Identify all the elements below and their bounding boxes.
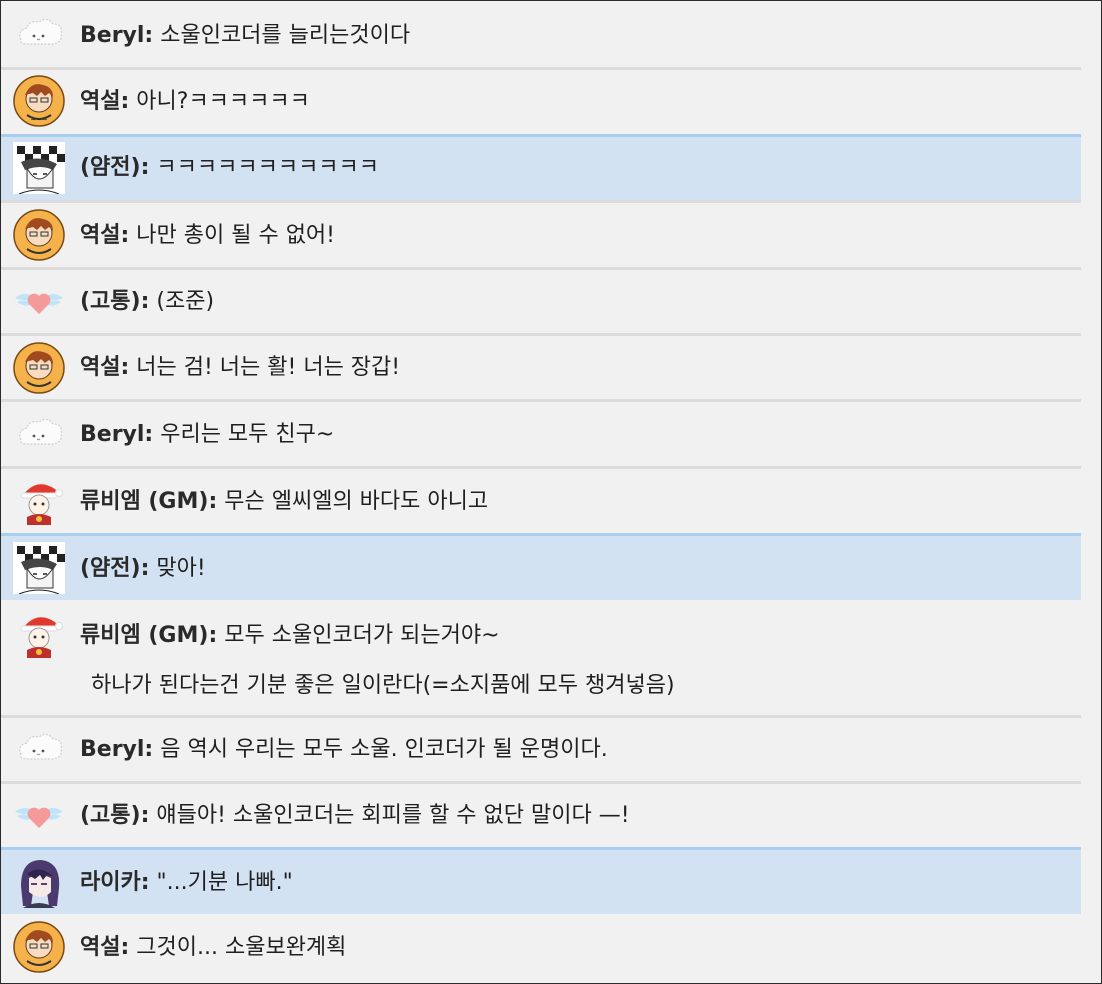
- message-line: 류비엠 (GM): 모두 소울인코더가 되는거야~: [80, 621, 1071, 651]
- cloud-avatar: [13, 8, 65, 60]
- sketch-avatar: [13, 142, 65, 194]
- chat-message: Beryl: 우리는 모두 친구~: [1, 402, 1081, 466]
- sketch-avatar: [13, 542, 65, 594]
- message-text: 하나가 된다는건 기분 좋은 일이란다(=소지품에 모두 챙겨넣음): [91, 673, 675, 698]
- message-line: (얌전): 맞아!: [80, 554, 1071, 584]
- message-continuation: 하나가 된다는건 기분 좋은 일이란다(=소지품에 모두 챙겨넣음): [91, 671, 1071, 701]
- speaker-name: (고통):: [80, 803, 150, 828]
- speaker-name: 역설:: [80, 89, 130, 114]
- message-text: ㅋㅋㅋㅋㅋㅋㅋㅋㅋㅋㅋ: [156, 155, 380, 180]
- message-line: Beryl: 음 역시 우리는 모두 소울. 인코더가 될 운명이다.: [80, 735, 1071, 765]
- message-text: (조준): [156, 289, 215, 314]
- chat-message: Beryl: 음 역시 우리는 모두 소울. 인코더가 될 운명이다.: [1, 718, 1081, 781]
- cloud-avatar: [13, 408, 65, 460]
- cloud-avatar: [13, 723, 65, 775]
- chat-message: 역설: 나만 총이 될 수 없어!: [1, 203, 1081, 267]
- speaker-name: Beryl:: [80, 422, 154, 447]
- orange-badge-avatar: [13, 209, 65, 261]
- message-line: Beryl: 소울인코더를 늘리는것이다: [80, 21, 1071, 51]
- message-text: 얘들아! 소울인코더는 회피를 할 수 없단 말이다 —!: [156, 803, 630, 828]
- message-line: 역설: 나만 총이 될 수 없어!: [80, 221, 1071, 251]
- speaker-name: 류비엠 (GM):: [80, 623, 218, 648]
- message-text: 아니?ㅋㅋㅋㅋㅋㅋ: [136, 89, 310, 114]
- chat-message: 류비엠 (GM): 무슨 엘씨엘의 바다도 아니고: [1, 469, 1081, 533]
- orange-badge-avatar: [13, 342, 65, 394]
- speaker-name: (얌전):: [80, 155, 150, 180]
- message-line: 역설: 아니?ㅋㅋㅋㅋㅋㅋ: [80, 87, 1071, 117]
- message-line: 역설: 너는 검! 너는 활! 너는 장갑!: [80, 353, 1071, 383]
- message-text: 우리는 모두 친구~: [160, 422, 335, 447]
- message-line: 류비엠 (GM): 무슨 엘씨엘의 바다도 아니고: [80, 487, 1071, 517]
- purple-hair-avatar: [13, 856, 65, 908]
- chat-message: 역설: 너는 검! 너는 활! 너는 장갑!: [1, 336, 1081, 399]
- message-text: 맞아!: [156, 556, 206, 581]
- message-text: 무슨 엘씨엘의 바다도 아니고: [224, 489, 489, 514]
- chat-message: 류비엠 (GM): 모두 소울인코더가 되는거야~ 하나가 된다는건 기분 좋은…: [1, 600, 1081, 715]
- message-line: 역설: 그것이... 소울보완계획: [80, 933, 1071, 963]
- winged-heart-avatar: [13, 790, 65, 842]
- speaker-name: 역설:: [80, 935, 130, 960]
- orange-badge-avatar: ~~~: [13, 75, 65, 127]
- chat-message: (고통): 얘들아! 소울인코더는 회피를 할 수 없단 말이다 —!: [1, 784, 1081, 847]
- chat-message: 역설: 그것이... 소울보완계획: [1, 914, 1081, 983]
- winged-heart-avatar: [13, 276, 65, 328]
- message-line: (고통): (조준): [80, 287, 1071, 317]
- message-text: 모두 소울인코더가 되는거야~: [224, 623, 500, 648]
- santa-avatar: [13, 475, 65, 527]
- chat-message: ~~~ 역설: 아니?ㅋㅋㅋㅋㅋㅋ: [1, 70, 1081, 134]
- message-line: (고통): 얘들아! 소울인코더는 회피를 할 수 없단 말이다 —!: [80, 801, 1071, 831]
- chat-message: Beryl: 소울인코더를 늘리는것이다: [1, 1, 1081, 67]
- speaker-name: 라이카:: [80, 870, 150, 895]
- chat-message: (얌전): 맞아!: [1, 536, 1081, 600]
- message-text: 나만 총이 될 수 없어!: [136, 223, 335, 248]
- message-text: 음 역시 우리는 모두 소울. 인코더가 될 운명이다.: [160, 737, 608, 762]
- orange-badge-avatar: [13, 921, 65, 973]
- speaker-name: 역설:: [80, 223, 130, 248]
- speaker-name: Beryl:: [80, 23, 154, 48]
- message-text: "...기분 나빠.": [156, 870, 293, 895]
- message-line: 라이카: "...기분 나빠.": [80, 868, 1071, 898]
- speaker-name: 역설:: [80, 355, 130, 380]
- svg-text:~~~: ~~~: [30, 116, 48, 124]
- message-text: 그것이... 소울보완계획: [136, 935, 347, 960]
- message-text: 소울인코더를 늘리는것이다: [160, 23, 411, 48]
- santa-avatar: [13, 608, 65, 660]
- chat-log: Beryl: 소울인코더를 늘리는것이다 ~~~ 역설: 아니?ㅋㅋㅋㅋㅋㅋ (…: [0, 0, 1102, 984]
- speaker-name: 류비엠 (GM):: [80, 489, 218, 514]
- speaker-name: Beryl:: [80, 737, 154, 762]
- speaker-name: (고통):: [80, 289, 150, 314]
- message-text: 너는 검! 너는 활! 너는 장갑!: [136, 355, 401, 380]
- speaker-name: (얌전):: [80, 556, 150, 581]
- message-line: (얌전): ㅋㅋㅋㅋㅋㅋㅋㅋㅋㅋㅋ: [80, 153, 1071, 183]
- chat-message: (얌전): ㅋㅋㅋㅋㅋㅋㅋㅋㅋㅋㅋ: [1, 137, 1081, 200]
- chat-message: 라이카: "...기분 나빠.": [1, 850, 1081, 914]
- chat-message: (고통): (조준): [1, 270, 1081, 333]
- message-line: Beryl: 우리는 모두 친구~: [80, 420, 1071, 450]
